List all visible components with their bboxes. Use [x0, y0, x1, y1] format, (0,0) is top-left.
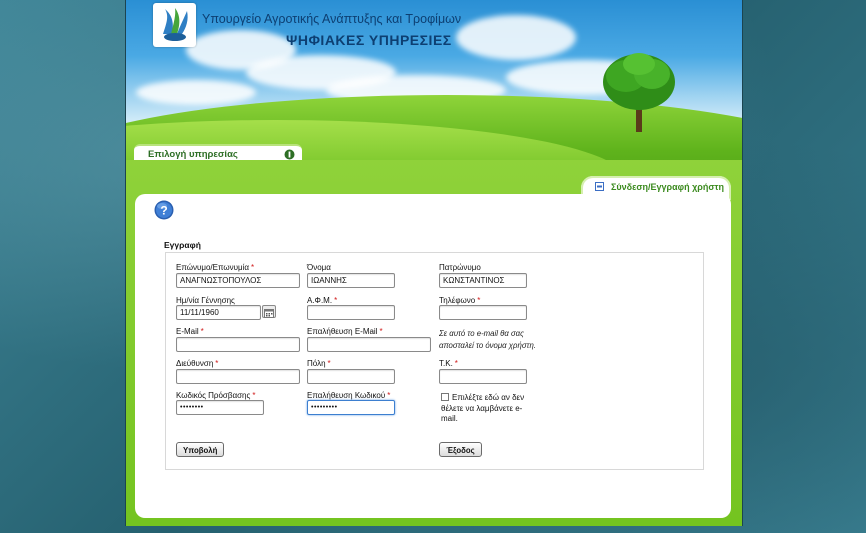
first-name-input[interactable]	[307, 273, 395, 288]
header-banner: Υπουργείο Αγροτικής Ανάπτυξης και Τροφίμ…	[126, 0, 742, 160]
user-login-icon	[595, 182, 604, 191]
password-confirm-input[interactable]	[307, 400, 395, 415]
page-container: Υπουργείο Αγροτικής Ανάπτυξης και Τροφίμ…	[125, 0, 743, 526]
email-label: E-Mail *	[176, 327, 204, 336]
password-label: Κωδικός Πρόσβασης *	[176, 391, 256, 400]
registration-form: Επώνυμο/Επωνυμία* Όνομα Πατρώνυμο Ημ/νία…	[165, 252, 704, 470]
email-optout-line3: mail.	[441, 414, 458, 423]
father-name-label: Πατρώνυμο	[439, 263, 481, 272]
city-label: Πόλη *	[307, 359, 331, 368]
email-optout-checkbox[interactable]	[441, 393, 449, 401]
city-input[interactable]	[307, 369, 395, 384]
submit-button[interactable]: Υποβολή	[176, 442, 224, 457]
first-name-label: Όνομα	[307, 263, 331, 272]
address-input[interactable]	[176, 369, 300, 384]
select-service-tab[interactable]: Επιλογή υπηρεσίας	[134, 144, 302, 160]
afm-input[interactable]	[307, 305, 395, 320]
login-register-label: Σύνδεση/Εγγραφή χρήστη	[611, 182, 724, 192]
calendar-button[interactable]	[262, 305, 276, 318]
surname-label: Επώνυμο/Επωνυμία *	[176, 263, 255, 272]
email-optout-line1: Επιλέξτε εδώ αν δεν	[452, 393, 525, 402]
svg-text:?: ?	[160, 204, 167, 218]
postal-code-label: Τ.Κ. *	[439, 359, 458, 368]
email-optout-line2: θέλετε να λαμβάνετε e-	[441, 404, 523, 413]
password-confirm-label: Επαλήθευση Κωδικού *	[307, 391, 391, 400]
birth-date-input[interactable]	[176, 305, 261, 320]
postal-code-input[interactable]	[439, 369, 527, 384]
address-label: Διεύθυνση *	[176, 359, 219, 368]
ministry-logo-icon	[162, 8, 188, 41]
registration-section-title: Εγγραφή	[164, 240, 201, 250]
help-icon[interactable]: ?	[154, 200, 174, 220]
email-confirm-input[interactable]	[307, 337, 431, 352]
father-name-input[interactable]	[439, 273, 527, 288]
email-input[interactable]	[176, 337, 300, 352]
content-panel: ? Εγγραφή Επώνυμο/Επωνυμία* Όνομα Πατρών…	[135, 194, 731, 518]
ministry-name: Υπουργείο Αγροτικής Ανάπτυξης και Τροφίμ…	[202, 12, 462, 26]
chevron-down-icon[interactable]	[284, 149, 295, 160]
afm-label: Α.Φ.Μ. *	[307, 296, 338, 305]
phone-input[interactable]	[439, 305, 527, 320]
password-input[interactable]	[176, 400, 264, 415]
email-note-line1: Σε αυτό το e-mail θα σας	[439, 329, 524, 338]
ministry-logo[interactable]	[153, 3, 196, 47]
email-confirm-label: Επαλήθευση E-Mail *	[307, 327, 383, 336]
birth-date-label: Ημ/νία Γέννησης	[176, 296, 235, 305]
tree-illustration	[603, 53, 675, 132]
phone-label: Τηλέφωνο *	[439, 296, 481, 305]
digital-services-title: ΨΗΦΙΑΚΕΣ ΥΠΗΡΕΣΙΕΣ	[286, 32, 452, 48]
email-note-line2: αποσταλεί το όνομα χρήστη.	[439, 341, 536, 350]
exit-button[interactable]: Έξοδος	[439, 442, 482, 457]
surname-input[interactable]	[176, 273, 300, 288]
calendar-icon	[264, 309, 274, 318]
select-service-label: Επιλογή υπηρεσίας	[148, 149, 238, 160]
